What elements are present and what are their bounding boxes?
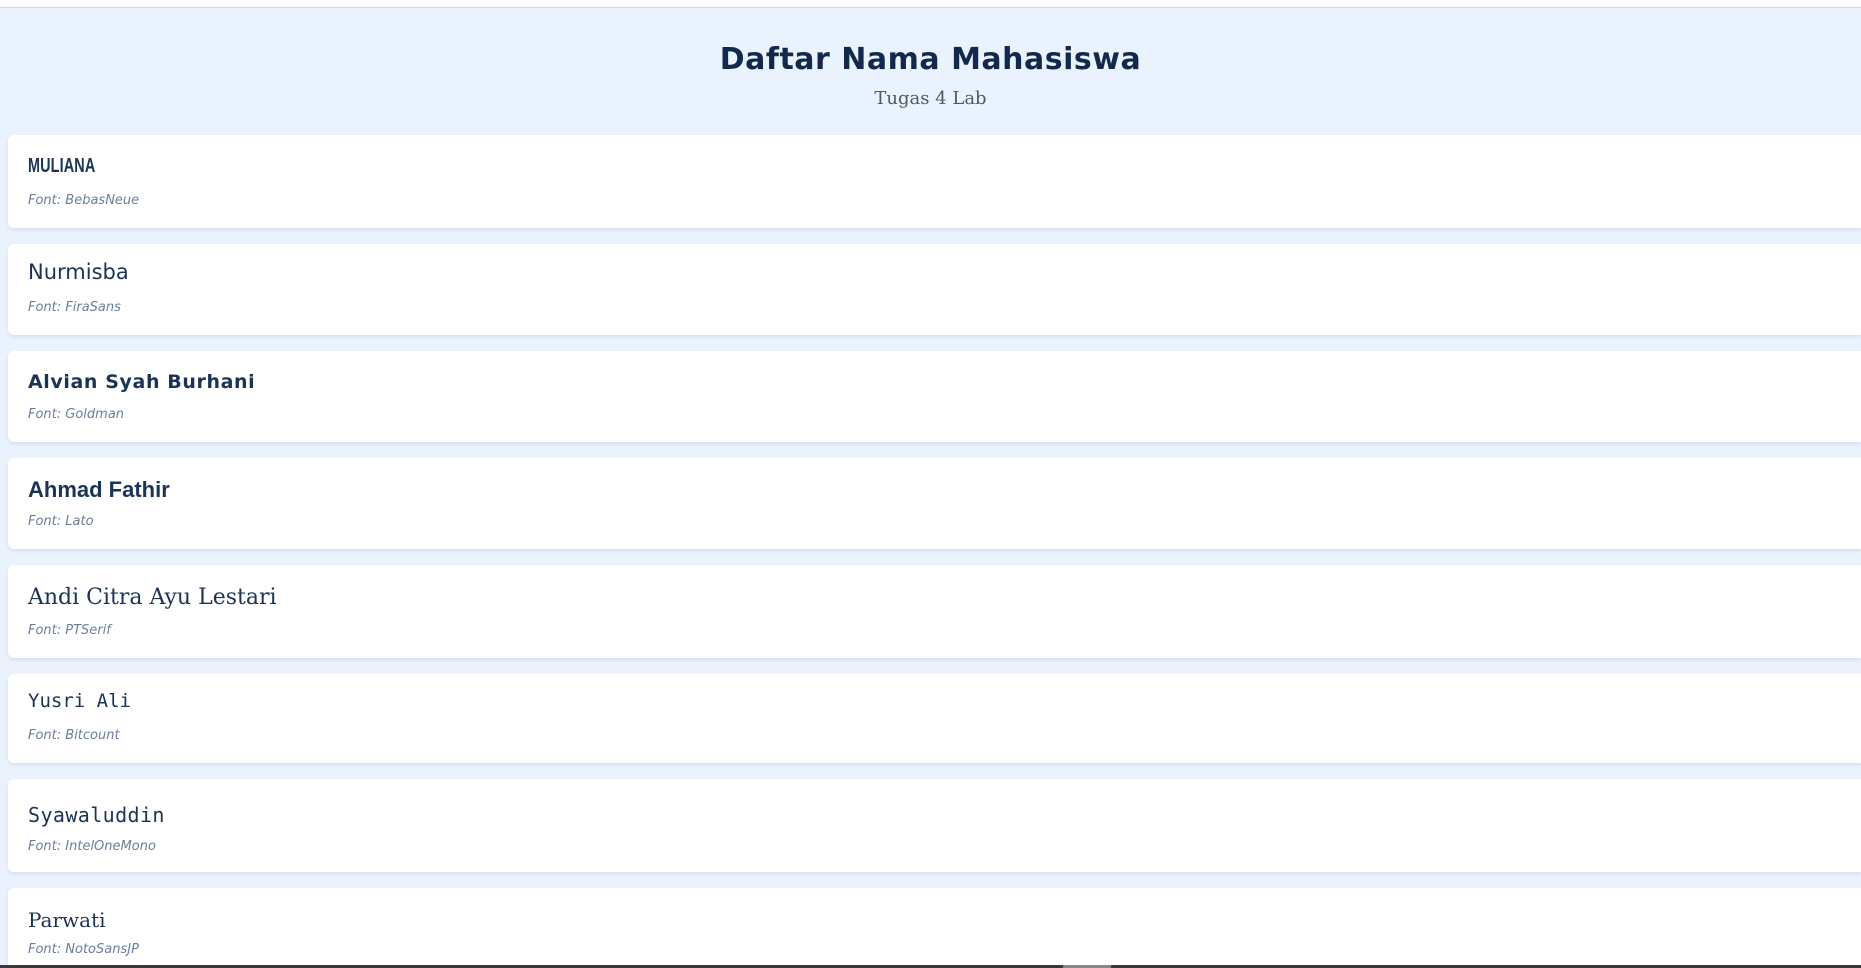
student-card: MULIANA Font: BebasNeue [8,135,1861,228]
student-font-label: Font: IntelOneMono [28,839,156,854]
student-name: Alvian Syah Burhani [28,371,256,393]
page-title: Daftar Nama Mahasiswa [719,42,1142,77]
browser-top-edge [0,0,1861,8]
page-subtitle: Tugas 4 Lab [874,88,987,109]
student-card: Andi Citra Ayu Lestari Font: PTSerif [8,565,1861,658]
student-name: Syawaluddin [28,803,165,827]
student-card: Alvian Syah Burhani Font: Goldman [8,351,1861,442]
student-font-label: Font: BebasNeue [28,193,140,208]
student-font-label: Font: Bitcount [28,728,120,743]
student-name: MULIANA [28,155,96,177]
student-card: Nurmisba Font: FiraSans [8,244,1861,335]
student-font-label: Font: Goldman [28,407,125,422]
student-name: Nurmisba [28,260,129,284]
student-font-label: Font: PTSerif [28,623,111,638]
page-header: Daftar Nama Mahasiswa Tugas 4 Lab [0,8,1861,134]
student-card: Parwati Font: NotoSansJP [8,888,1861,968]
student-font-label: Font: Lato [28,514,94,529]
student-name: Andi Citra Ayu Lestari [28,585,277,610]
student-card: Yusri Ali Font: Bitcount [8,674,1861,763]
student-card: Syawaluddin Font: IntelOneMono [8,779,1861,872]
student-font-label: Font: FiraSans [28,300,121,315]
student-font-label: Font: NotoSansJP [28,942,139,957]
student-name: Yusri Ali [28,690,131,712]
student-card: Ahmad Fathir Font: Lato [8,458,1861,549]
student-name: Ahmad Fathir [28,477,170,502]
student-name: Parwati [28,908,106,932]
